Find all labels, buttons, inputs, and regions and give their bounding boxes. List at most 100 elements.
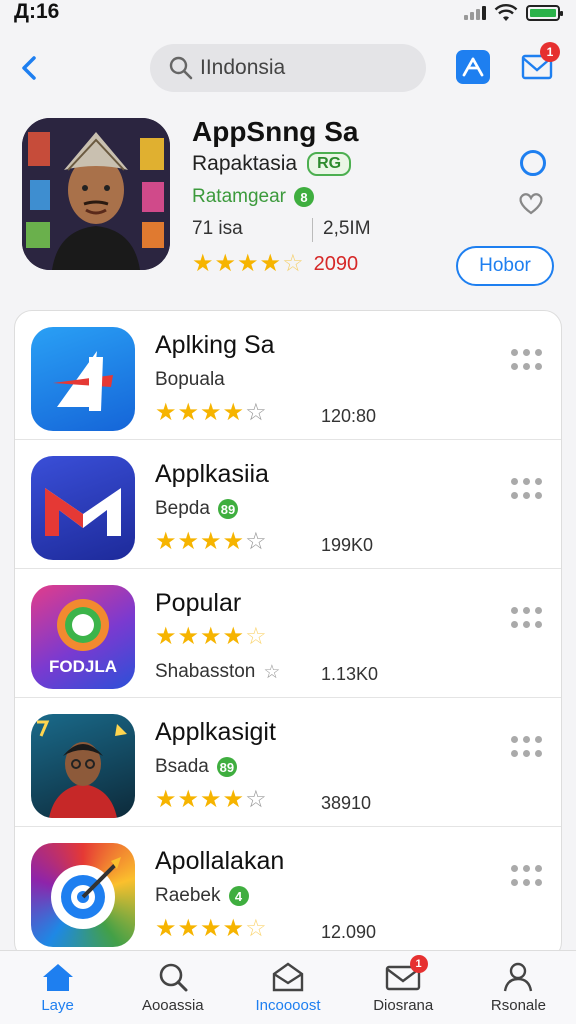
search-icon xyxy=(159,963,188,992)
list-item[interactable]: FODJLA Popular ★ ★ ★ ★ ☆ Shabasston ☆ 1.… xyxy=(15,569,561,698)
featured-category-row: Ratamgear 8 xyxy=(192,186,314,208)
app-subtitle: Bopuala xyxy=(155,369,225,390)
star-icon: ★ xyxy=(155,915,177,942)
star-outline-icon: ☆ xyxy=(263,661,281,683)
app-rating-stars: ★ ★ ★ ★ ☆ xyxy=(155,788,267,812)
list-item[interactable]: Applkasigit Bsada 89 ★ ★ ★ ★ ☆ 38910 xyxy=(15,698,561,827)
app-store-icon xyxy=(462,57,484,77)
mail-m-icon xyxy=(31,456,135,560)
category-badge: 8 xyxy=(294,187,314,207)
star-icon: ★ xyxy=(222,786,245,813)
featured-rating-row: ★ ★ ★ ★ ☆ 2090 xyxy=(192,252,358,276)
app-subtitle: Shabasston xyxy=(155,661,256,682)
app-rating-count: 38910 xyxy=(321,793,372,813)
app-title: Applkasiia xyxy=(155,460,269,488)
featured-app-icon[interactable] xyxy=(22,118,170,270)
star-icon: ★ xyxy=(214,250,237,277)
featured-subtitle-row: Rapaktasia RG xyxy=(192,152,352,176)
star-icon: ★ xyxy=(155,528,177,555)
app-subtitle: Bsada xyxy=(155,756,209,777)
star-icon: ★ xyxy=(222,623,245,650)
list-item[interactable]: Apollalakan Raebek 4 ★ ★ ★ ★ ☆ 12.090 xyxy=(15,827,561,956)
tab-messages[interactable]: 1 Diosrana xyxy=(346,951,461,1024)
star-icon: ★ xyxy=(192,250,214,277)
more-options-button[interactable] xyxy=(511,865,543,889)
featured-app: AppSnng Sa Rapaktasia RG Ratamgear 8 71 … xyxy=(0,110,576,290)
app-sub-row: Bepda 89 xyxy=(155,498,238,520)
star-icon: ★ xyxy=(237,250,259,277)
app-sub-row: Raebek 4 xyxy=(155,885,249,907)
more-options-button[interactable] xyxy=(511,349,543,373)
back-button[interactable] xyxy=(16,50,44,86)
list-item[interactable]: Applkasiia Bepda 89 ★ ★ ★ ★ ☆ 199K0 xyxy=(15,440,561,569)
target-icon xyxy=(31,843,135,947)
star-icon: ★ xyxy=(177,399,200,426)
tab-inbox[interactable]: Incoooost xyxy=(230,951,345,1024)
app-rating-count: 1.13K0 xyxy=(321,664,379,684)
app-rating-count: 12.090 xyxy=(321,922,377,942)
battery-icon xyxy=(526,5,563,21)
star-icon: ★ xyxy=(200,786,222,813)
app-rating-stars: ★ ★ ★ ★ ☆ xyxy=(155,530,267,554)
star-outline-icon: ☆ xyxy=(245,623,267,650)
star-icon: ★ xyxy=(177,786,200,813)
get-button[interactable]: Hobor xyxy=(456,246,554,286)
list-item[interactable]: Aplking Sa Bopuala ★ ★ ★ ★ ☆ 120:80 xyxy=(15,311,561,440)
favorite-button[interactable] xyxy=(516,190,546,216)
star-outline-icon: ☆ xyxy=(245,915,267,942)
mail-button[interactable]: 1 xyxy=(520,42,560,84)
search-icon xyxy=(169,56,193,80)
app-subtitle: Raebek xyxy=(155,885,221,906)
star-icon: ★ xyxy=(155,623,177,650)
star-icon: ★ xyxy=(200,915,222,942)
star-icon: ★ xyxy=(200,399,222,426)
search-input[interactable] xyxy=(200,56,410,80)
tab-label: Laye xyxy=(41,997,74,1014)
featured-rating-count: 2090 xyxy=(313,252,359,275)
featured-stat-age: 71 isa xyxy=(192,218,243,239)
app-sub-row: Bsada 89 xyxy=(155,756,237,778)
wifi-icon xyxy=(494,4,518,21)
tab-profile[interactable]: Rsonale xyxy=(461,951,576,1024)
fodjla-icon: FODJLA xyxy=(31,585,135,689)
app-rating-stars: ★ ★ ★ ★ ☆ xyxy=(155,401,267,425)
featured-rating-stars: ★ ★ ★ ★ ☆ xyxy=(192,252,304,276)
app-icon-label: FODJLA xyxy=(49,657,117,676)
tab-home[interactable]: Laye xyxy=(0,951,115,1024)
star-icon: ★ xyxy=(177,623,200,650)
featured-app-subtitle: Rapaktasia xyxy=(192,152,298,175)
person-game-icon xyxy=(31,714,135,818)
home-icon xyxy=(42,964,73,991)
star-icon: ★ xyxy=(200,528,222,555)
search-bar[interactable] xyxy=(150,44,426,92)
star-outline-icon: ☆ xyxy=(282,250,304,277)
tab-search[interactable]: Aooassia xyxy=(115,951,230,1024)
star-icon: ★ xyxy=(259,250,282,277)
nav-bar: 1 xyxy=(0,42,576,94)
star-outline-icon: ☆ xyxy=(245,528,267,555)
person-portrait-icon xyxy=(22,118,170,270)
featured-app-title[interactable]: AppSnng Sa xyxy=(192,116,358,148)
person-icon xyxy=(504,962,533,992)
status-bar: Д:16 xyxy=(0,0,576,28)
chevron-left-icon xyxy=(22,56,36,80)
star-outline-icon: ☆ xyxy=(245,786,267,813)
info-circle-button[interactable] xyxy=(520,150,546,176)
more-options-button[interactable] xyxy=(511,736,543,760)
signal-icon xyxy=(464,6,486,20)
featured-stats: 71 isa 2,5IM xyxy=(192,218,432,242)
star-icon: ★ xyxy=(155,786,177,813)
store-button[interactable] xyxy=(456,50,490,84)
featured-stat-size: 2,5IM xyxy=(323,218,371,239)
more-options-button[interactable] xyxy=(511,607,543,631)
app-title: Apollalakan xyxy=(155,847,285,875)
star-icon: ★ xyxy=(222,528,245,555)
status-icons xyxy=(464,4,563,22)
app-list: Aplking Sa Bopuala ★ ★ ★ ★ ☆ 120:80 Appl… xyxy=(14,310,562,960)
more-options-button[interactable] xyxy=(511,478,543,502)
featured-tag-badge: RG xyxy=(307,152,352,176)
app-title: Popular xyxy=(155,589,242,617)
app-badge: 4 xyxy=(228,886,249,906)
star-icon: ★ xyxy=(177,915,200,942)
app-badge: 89 xyxy=(216,757,237,777)
